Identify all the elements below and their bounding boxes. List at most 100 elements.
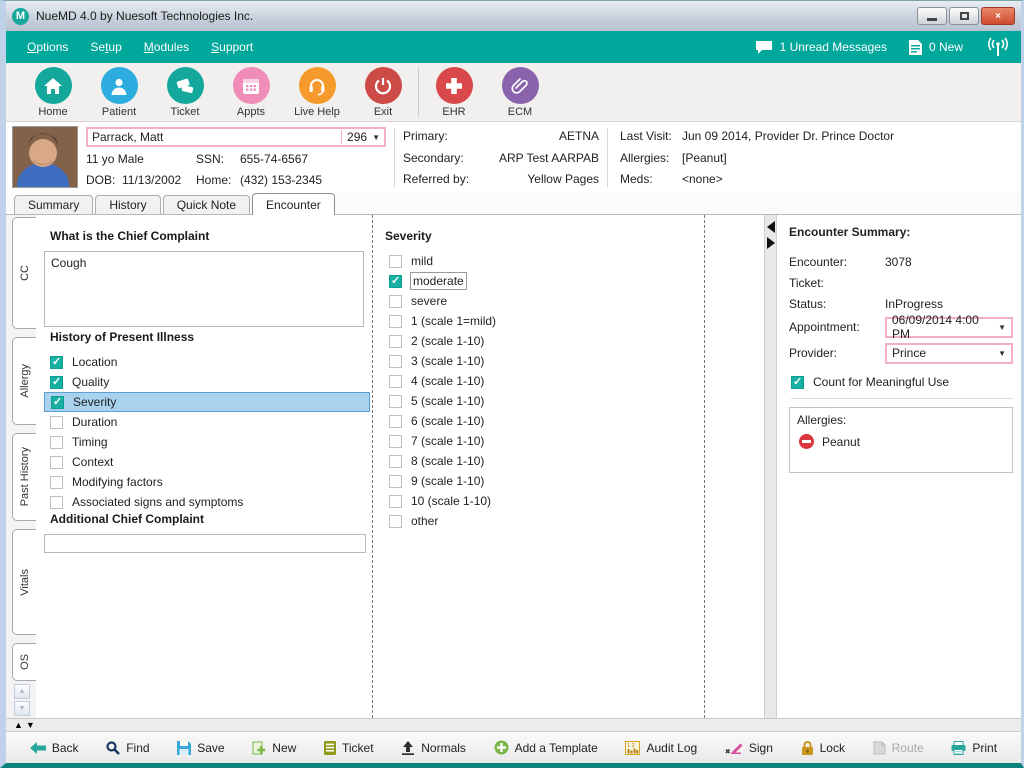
collapse-right-icon[interactable] <box>767 237 775 249</box>
checkbox[interactable] <box>389 275 402 288</box>
chief-complaint-textarea[interactable]: Cough <box>44 251 364 327</box>
horizontal-scroll-strip[interactable]: ▲ ▼ <box>6 718 1021 731</box>
checkbox[interactable] <box>51 396 64 409</box>
checkbox[interactable] <box>50 356 63 369</box>
chevron-down-icon[interactable]: ▼ <box>372 133 380 142</box>
severity-checkbox-row[interactable]: 8 (scale 1-10) <box>383 451 704 471</box>
hpi-checkbox-row[interactable]: Associated signs and symptoms <box>44 492 372 512</box>
ehr-button[interactable]: EHR <box>421 67 487 118</box>
checkbox[interactable] <box>389 435 402 448</box>
severity-checkbox-row[interactable]: other <box>383 511 704 531</box>
provider-dropdown[interactable]: Prince▼ <box>885 343 1013 364</box>
collapse-left-icon[interactable] <box>767 221 775 233</box>
severity-checkbox-row[interactable]: 3 (scale 1-10) <box>383 351 704 371</box>
find-button[interactable]: Find <box>106 741 149 755</box>
new-items-indicator[interactable]: 0 New <box>909 40 963 55</box>
additional-chief-complaint-input[interactable] <box>44 534 366 553</box>
severity-checkbox-row[interactable]: 7 (scale 1-10) <box>383 431 704 451</box>
sign-button[interactable]: Sign <box>725 741 773 755</box>
ticket-button[interactable]: Ticket <box>152 67 218 118</box>
scroll-down-icon[interactable]: ▼ <box>26 721 35 730</box>
checkbox[interactable] <box>50 416 63 429</box>
checkbox[interactable] <box>389 255 402 268</box>
severity-checkbox-row[interactable]: 10 (scale 1-10) <box>383 491 704 511</box>
minimize-button[interactable] <box>917 7 947 25</box>
hpi-checkbox-row[interactable]: Timing <box>44 432 372 452</box>
checkbox[interactable] <box>389 415 402 428</box>
checkbox[interactable] <box>50 476 63 489</box>
meds-label: Meds: <box>620 172 682 186</box>
ecm-button[interactable]: ECM <box>487 67 553 118</box>
audit-log-button[interactable]: 1 2 Audit Log <box>625 741 697 755</box>
severity-checkbox-row[interactable]: 5 (scale 1-10) <box>383 391 704 411</box>
severity-checkbox-row[interactable]: moderate <box>383 271 704 291</box>
side-tab-cc[interactable]: CC <box>12 217 36 329</box>
meaningful-use-row[interactable]: Count for Meaningful Use <box>791 375 1013 399</box>
hpi-checkbox-row[interactable]: Context <box>44 452 372 472</box>
home-button[interactable]: Home <box>20 67 86 118</box>
checkbox[interactable] <box>389 355 402 368</box>
checkbox[interactable] <box>389 375 402 388</box>
ticket-button-bottom[interactable]: Ticket <box>324 741 374 755</box>
severity-checkbox-row[interactable]: 4 (scale 1-10) <box>383 371 704 391</box>
panel-splitter[interactable] <box>764 215 777 718</box>
menu-options[interactable]: Options <box>16 40 79 54</box>
print-button[interactable]: Print <box>951 741 997 755</box>
hpi-checkbox-row[interactable]: Quality <box>44 372 372 392</box>
checkbox[interactable] <box>389 295 402 308</box>
checkbox[interactable] <box>389 315 402 328</box>
patient-button[interactable]: Patient <box>86 67 152 118</box>
severity-checkbox-row[interactable]: 9 (scale 1-10) <box>383 471 704 491</box>
new-button[interactable]: New <box>252 741 296 755</box>
checkbox[interactable] <box>389 515 402 528</box>
tab-history[interactable]: History <box>95 195 160 214</box>
severity-checkbox-row[interactable]: 6 (scale 1-10) <box>383 411 704 431</box>
side-tab-vitals[interactable]: Vitals <box>12 529 36 635</box>
checkbox[interactable] <box>50 376 63 389</box>
severity-checkbox-row[interactable]: severe <box>383 291 704 311</box>
appts-button[interactable]: Appts <box>218 67 284 118</box>
close-button[interactable]: × <box>981 7 1015 25</box>
lock-button[interactable]: Lock <box>801 741 845 755</box>
tab-encounter[interactable]: Encounter <box>252 193 335 215</box>
menu-setup[interactable]: Setup <box>79 40 132 54</box>
checkbox[interactable] <box>50 436 63 449</box>
side-tabs-scroll-down-button[interactable]: ▼ <box>14 701 30 716</box>
checkbox[interactable] <box>389 455 402 468</box>
appointment-dropdown[interactable]: 06/09/2014 4:00 PM▼ <box>885 317 1013 338</box>
tab-summary[interactable]: Summary <box>14 195 93 214</box>
checkbox[interactable] <box>50 496 63 509</box>
hpi-checkbox-row[interactable]: Modifying factors <box>44 472 372 492</box>
maximize-button[interactable] <box>949 7 979 25</box>
menu-support[interactable]: Support <box>200 40 264 54</box>
normals-button[interactable]: Normals <box>401 741 466 755</box>
side-tab-allergy[interactable]: Allergy <box>12 337 36 425</box>
scroll-up-icon[interactable]: ▲ <box>14 721 23 730</box>
back-button[interactable]: Back <box>30 741 79 755</box>
save-button[interactable]: Save <box>177 741 224 755</box>
checkbox[interactable] <box>389 335 402 348</box>
checkbox[interactable] <box>791 376 804 389</box>
severity-checkbox-row[interactable]: 1 (scale 1=mild) <box>383 311 704 331</box>
hpi-checkbox-row[interactable]: Duration <box>44 412 372 432</box>
add-template-button[interactable]: Add a Template <box>494 740 598 755</box>
side-tab-past-history[interactable]: Past History <box>12 433 36 521</box>
severity-checkbox-row[interactable]: 2 (scale 1-10) <box>383 331 704 351</box>
checkbox[interactable] <box>50 456 63 469</box>
hpi-checkbox-row[interactable]: Location <box>44 352 372 372</box>
menu-modules[interactable]: Modules <box>133 40 200 54</box>
exit-button[interactable]: Exit <box>350 67 416 118</box>
tab-quick-note[interactable]: Quick Note <box>163 195 250 214</box>
checkbox[interactable] <box>389 495 402 508</box>
checkbox[interactable] <box>389 395 402 408</box>
tab-summary-label: Summary <box>28 198 79 212</box>
side-tab-os[interactable]: OS <box>12 643 36 681</box>
checkbox[interactable] <box>389 475 402 488</box>
unread-messages-indicator[interactable]: 1 Unread Messages <box>755 40 887 54</box>
hpi-checkbox-row[interactable]: Severity <box>44 392 370 412</box>
patient-name-selector[interactable]: Parrack, Matt 296 ▼ <box>86 127 386 147</box>
live-help-button[interactable]: Live Help <box>284 67 350 118</box>
side-tabs-scroll-up-button[interactable]: ▲ <box>14 684 30 699</box>
route-button[interactable]: Route <box>873 741 924 755</box>
severity-checkbox-row[interactable]: mild <box>383 251 704 271</box>
